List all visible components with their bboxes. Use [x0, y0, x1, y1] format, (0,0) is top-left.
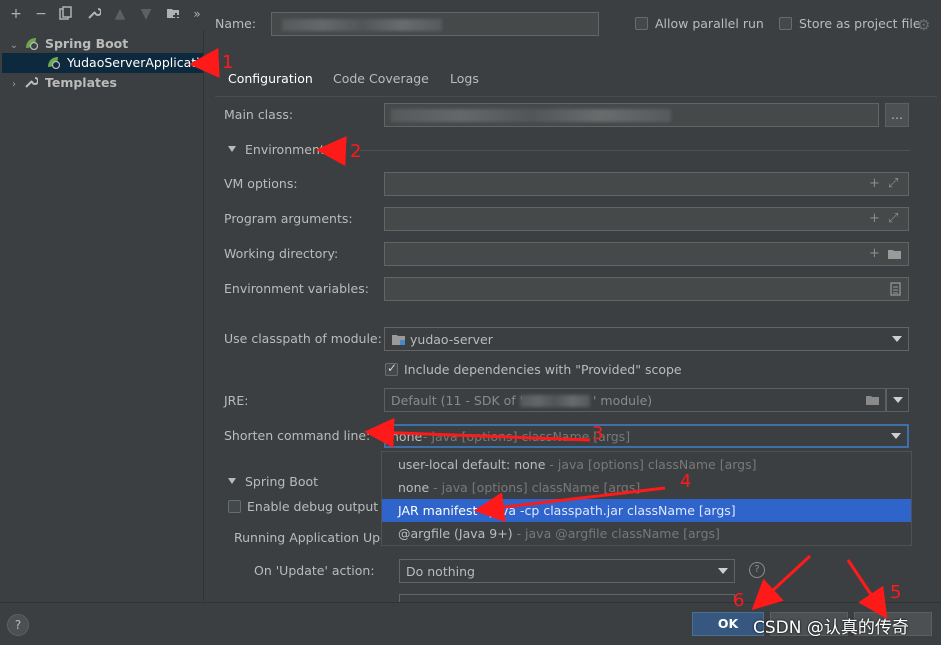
annotation-arrow-2 — [316, 136, 347, 167]
annotation-number-3: 3 — [592, 423, 604, 444]
annotation-arrow-4 — [474, 486, 666, 523]
annotation-arrow-5 — [846, 559, 888, 619]
annotation-arrows — [189, 47, 888, 619]
annotation-number-1: 1 — [222, 52, 234, 73]
annotation-arrow-1 — [189, 47, 220, 78]
annotation-number-4: 4 — [680, 471, 692, 492]
annotation-number-6: 6 — [733, 590, 745, 611]
annotation-number-2: 2 — [350, 141, 362, 162]
annotation-arrow-3 — [364, 417, 591, 448]
annotation-arrow-6 — [751, 554, 812, 611]
annotation-number-5: 5 — [890, 582, 902, 603]
